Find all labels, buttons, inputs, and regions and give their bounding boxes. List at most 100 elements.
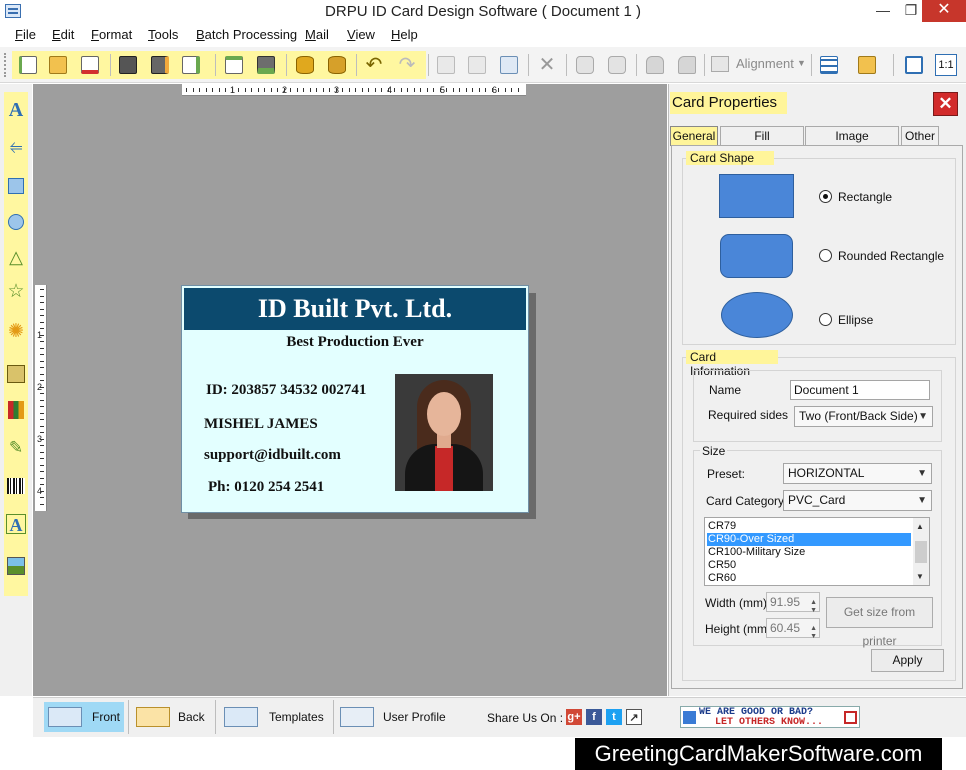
menu-tools[interactable]: Tools <box>148 27 178 42</box>
unlock-icon[interactable] <box>676 54 698 76</box>
card-phone[interactable]: Ph: 0120 254 2541 <box>208 479 324 496</box>
tab-fill-background[interactable]: Fill Background <box>720 126 804 162</box>
back-button[interactable]: Back <box>132 702 212 732</box>
rectangle-icon[interactable] <box>6 176 26 196</box>
rounded-rectangle-label[interactable]: Rounded Rectangle <box>838 249 944 263</box>
save-icon[interactable] <box>117 54 139 76</box>
list-scrollbar[interactable]: ▲ ▼ <box>913 518 929 585</box>
edit-icon[interactable] <box>223 54 245 76</box>
undo-icon[interactable]: ↶ <box>363 54 385 76</box>
rounded-rectangle-preview[interactable] <box>720 234 793 278</box>
menu-mail[interactable]: Mail <box>305 27 329 42</box>
lock-icon[interactable] <box>644 54 666 76</box>
alignment-dropdown[interactable]: Alignment ▼ <box>711 54 807 74</box>
facebook-icon[interactable]: f <box>586 709 602 725</box>
delete-icon[interactable]: ✕ <box>536 54 558 76</box>
mail-icon[interactable] <box>856 54 878 76</box>
menu-view[interactable]: View <box>347 27 375 42</box>
card-holder-name[interactable]: MISHEL JAMES <box>204 416 318 433</box>
line-icon[interactable]: ⥢ <box>6 138 26 158</box>
database-2-icon[interactable] <box>326 54 348 76</box>
google-plus-icon[interactable]: g+ <box>566 709 582 725</box>
ellipse-preview[interactable] <box>721 292 793 338</box>
scroll-thumb[interactable] <box>915 541 927 563</box>
scroll-down-icon[interactable]: ▼ <box>916 572 924 581</box>
card-id-number[interactable]: ID: 203857 34532 002741 <box>206 382 366 399</box>
triangle-icon[interactable]: △ <box>6 247 26 267</box>
export-icon[interactable] <box>180 54 202 76</box>
id-card-front[interactable]: ID Built Pvt. Ltd. Best Production Ever … <box>181 285 529 513</box>
ellipse-label[interactable]: Ellipse <box>838 313 873 327</box>
save-as-icon[interactable] <box>149 54 171 76</box>
grid-icon[interactable] <box>818 54 840 76</box>
card-photo[interactable] <box>395 374 493 491</box>
card-size-list[interactable]: CR79 CR90-Over Sized CR100-Military Size… <box>704 517 930 586</box>
name-input[interactable]: Document 1 <box>790 380 930 400</box>
star-icon[interactable]: ☆ <box>6 282 26 302</box>
minimize-button[interactable]: — <box>868 0 898 22</box>
list-item[interactable]: CR60 <box>707 572 911 585</box>
list-item[interactable]: CR79 <box>707 520 911 533</box>
card-company-name[interactable]: ID Built Pvt. Ltd. <box>184 288 526 330</box>
share-icon[interactable]: ↗ <box>626 709 642 725</box>
list-item-selected[interactable]: CR90-Over Sized <box>707 533 911 546</box>
width-stepper[interactable]: 91.95 ▲ ▼ <box>766 592 820 614</box>
spin-down-icon[interactable]: ▼ <box>810 628 817 646</box>
ellipse-icon[interactable] <box>6 212 26 232</box>
feedback-banner[interactable]: WE ARE GOOD OR BAD? LET OTHERS KNOW... <box>680 706 860 728</box>
close-icon[interactable]: ✕ <box>933 92 958 116</box>
preset-select[interactable]: HORIZONTAL ▼ <box>783 463 932 484</box>
card-email[interactable]: support@idbuilt.com <box>204 447 341 464</box>
fit-icon[interactable] <box>903 54 925 76</box>
close-doc-icon[interactable] <box>79 54 101 76</box>
card-tagline[interactable]: Best Production Ever <box>182 334 528 351</box>
card-category-select[interactable]: PVC_Card ▼ <box>783 490 932 511</box>
tab-general[interactable]: General <box>670 126 718 146</box>
get-size-from-printer-button[interactable]: Get size from printer <box>826 597 933 648</box>
radio-rounded-rectangle[interactable] <box>819 249 832 262</box>
send-back-icon[interactable] <box>606 54 628 76</box>
menu-format[interactable]: Format <box>91 27 132 42</box>
picture-icon[interactable] <box>6 556 26 576</box>
rectangle-preview[interactable] <box>719 174 794 218</box>
menu-batch-processing[interactable]: Batch Processing <box>196 27 297 42</box>
barcode-icon[interactable] <box>6 476 26 496</box>
scroll-up-icon[interactable]: ▲ <box>916 522 924 531</box>
user-profile-button[interactable]: User Profile <box>336 702 448 732</box>
open-icon[interactable] <box>47 54 69 76</box>
rectangle-label[interactable]: Rectangle <box>838 190 892 204</box>
signature-icon[interactable]: ✎ <box>6 438 26 458</box>
puzzle-icon[interactable]: ✺ <box>6 322 26 342</box>
library-icon[interactable] <box>6 400 26 420</box>
menu-help[interactable]: Help <box>391 27 418 42</box>
paste-icon[interactable] <box>498 54 520 76</box>
tab-image-processing[interactable]: Image Processing <box>805 126 899 162</box>
new-icon[interactable] <box>17 54 39 76</box>
radio-rectangle[interactable] <box>819 190 832 203</box>
image-icon[interactable] <box>6 364 26 384</box>
database-icon[interactable] <box>294 54 316 76</box>
actual-size-icon[interactable]: 1:1 <box>935 54 957 76</box>
tab-other[interactable]: Other <box>901 126 939 146</box>
print-icon[interactable] <box>255 54 277 76</box>
apply-button[interactable]: Apply <box>871 649 944 672</box>
radio-ellipse[interactable] <box>819 313 832 326</box>
redo-icon[interactable]: ↷ <box>396 54 418 76</box>
menu-file[interactable]: File <box>15 27 36 42</box>
cut-icon[interactable] <box>435 54 457 76</box>
bring-front-icon[interactable] <box>574 54 596 76</box>
ruler-minor-tick <box>439 88 441 92</box>
list-item[interactable]: CR50 <box>707 559 911 572</box>
front-button[interactable]: Front <box>44 702 124 732</box>
templates-button[interactable]: Templates <box>220 702 330 732</box>
close-window-button[interactable]: ✕ <box>922 0 966 22</box>
toolbar-grip[interactable] <box>4 53 8 77</box>
twitter-icon[interactable]: t <box>606 709 622 725</box>
required-sides-select[interactable]: Two (Front/Back Side) ▼ <box>794 406 933 427</box>
list-item[interactable]: CR100-Military Size <box>707 546 911 559</box>
text-icon[interactable]: A <box>6 100 26 120</box>
menu-edit[interactable]: Edit <box>52 27 74 42</box>
height-stepper[interactable]: 60.45 ▲ ▼ <box>766 618 820 640</box>
watermark-icon[interactable]: A <box>6 514 26 535</box>
copy-icon[interactable] <box>466 54 488 76</box>
